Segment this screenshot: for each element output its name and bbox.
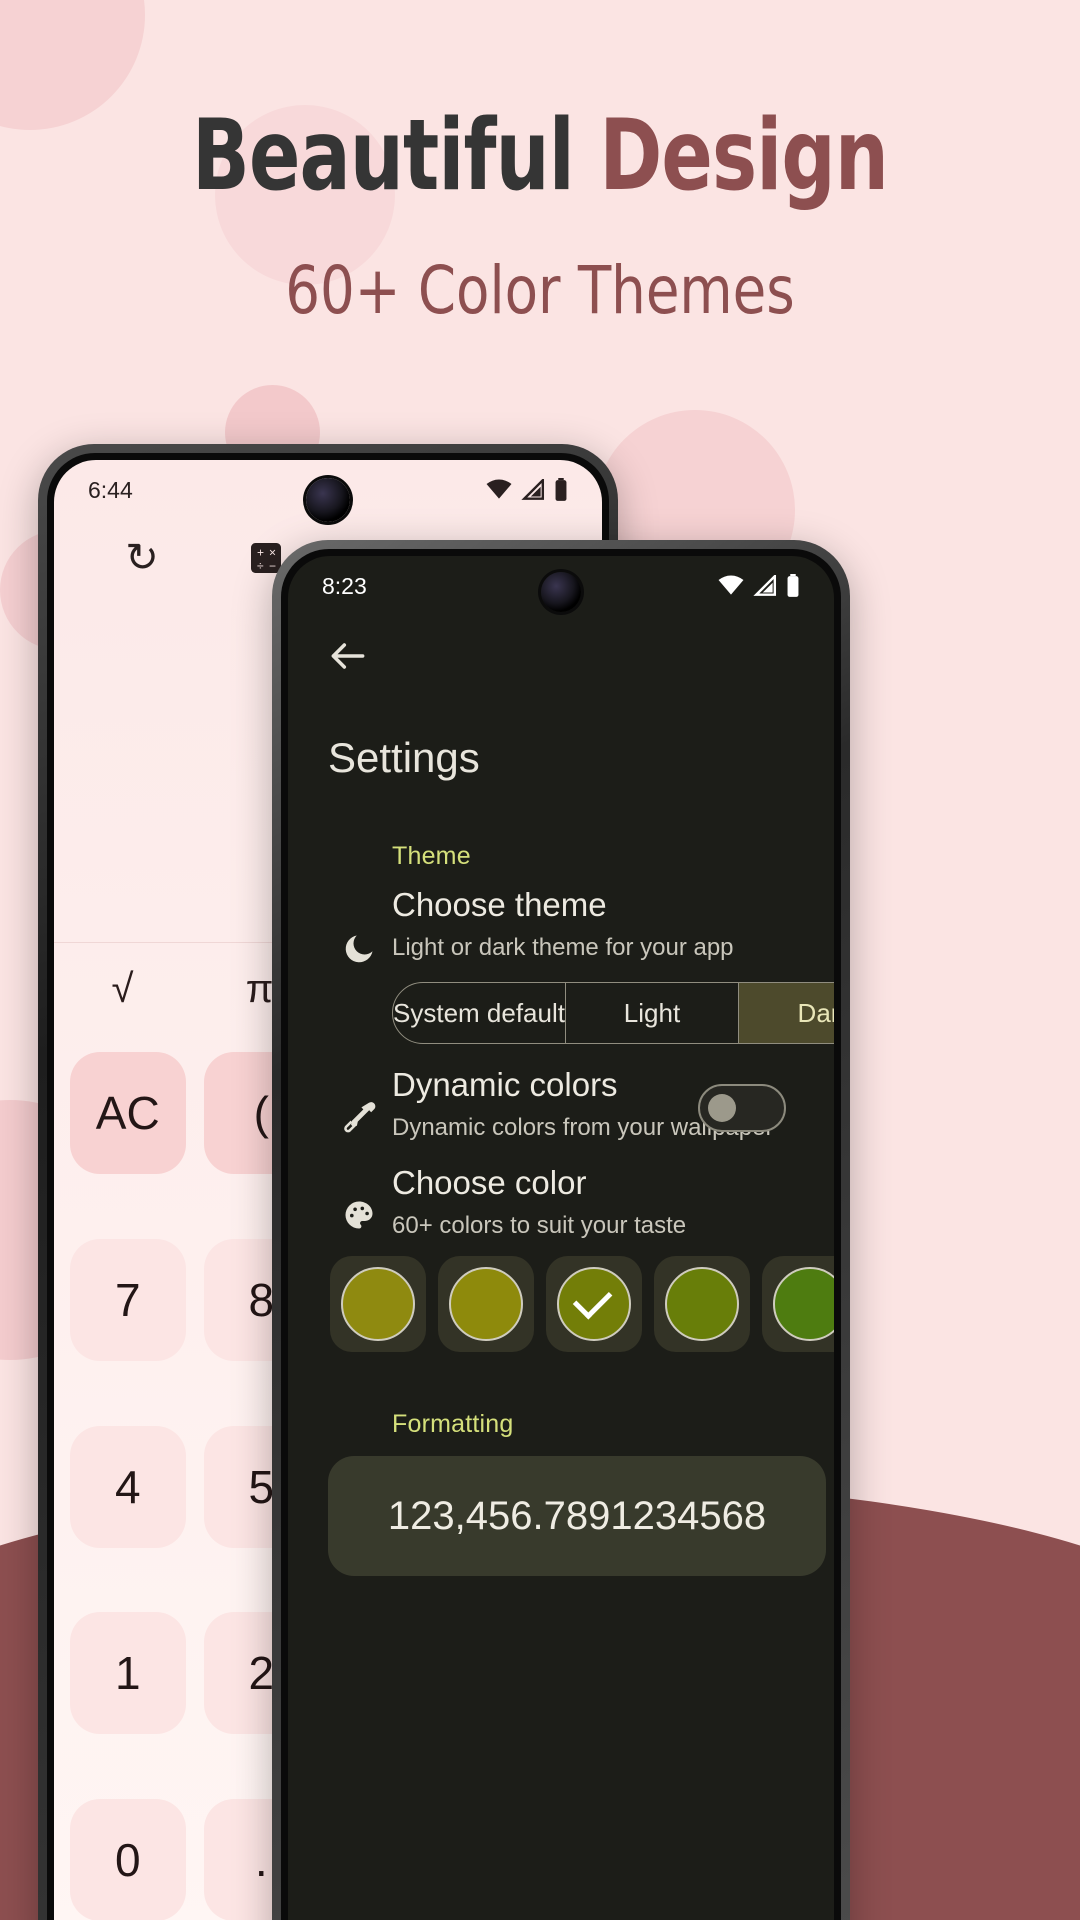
key-4[interactable]: 4 (70, 1425, 186, 1548)
toggle-knob (708, 1094, 736, 1122)
color-swatch[interactable] (762, 1256, 834, 1352)
setting-row-choose-color[interactable]: Choose color 60+ colors to suit your tas… (288, 1164, 834, 1404)
promo-headline-part1: Beautiful (192, 99, 600, 213)
setting-subtitle: 60+ colors to suit your taste (392, 1212, 687, 1239)
signal-icon (521, 479, 545, 500)
svg-text:÷: ÷ (257, 559, 264, 573)
key-1[interactable]: 1 (70, 1612, 186, 1735)
dark-status-time: 8:23 (322, 572, 367, 599)
dark-status-icons (718, 574, 800, 598)
dynamic-colors-toggle[interactable] (698, 1084, 786, 1132)
wifi-icon (486, 479, 512, 499)
dark-phone-screen: 8:23 Settings Theme Choose theme Light o… (288, 556, 834, 1920)
theme-segmented-control[interactable]: System default Light Dark (392, 982, 834, 1044)
setting-title: Choose theme (392, 886, 607, 923)
setting-subtitle: Light or dark theme for your app (392, 934, 734, 961)
svg-text:−: − (269, 559, 276, 573)
eyedropper-icon (336, 1094, 382, 1140)
light-status-icons (486, 478, 568, 502)
palette-icon (336, 1192, 382, 1238)
key-0[interactable]: 0 (70, 1799, 186, 1920)
signal-icon (753, 575, 777, 596)
setting-row-choose-theme[interactable]: Choose theme Light or dark theme for you… (288, 886, 834, 1046)
swatch-circle (773, 1267, 834, 1341)
swatch-circle (449, 1267, 523, 1341)
theme-option-system-default[interactable]: System default (393, 983, 565, 1043)
setting-title: Dynamic colors (392, 1066, 618, 1103)
front-camera (306, 478, 350, 522)
moon-icon (336, 926, 382, 972)
swatch-circle (665, 1267, 739, 1341)
back-arrow-icon[interactable] (326, 634, 370, 678)
section-header-formatting: Formatting (392, 1410, 514, 1438)
svg-text:×: × (269, 546, 276, 560)
check-icon (572, 1279, 613, 1320)
formatting-sample-value[interactable]: 123,456.7891234568 (328, 1456, 826, 1576)
promo-text-block: Beautiful Design 60+ Color Themes (0, 103, 1080, 329)
svg-text:+: + (257, 546, 264, 560)
swatch-circle (557, 1267, 631, 1341)
page-title: Settings (328, 734, 480, 781)
refresh-icon[interactable]: ↻ (80, 535, 204, 581)
promo-subheadline: 60+ Color Themes (285, 251, 795, 329)
promo-headline: Beautiful Design (76, 103, 1005, 210)
key-ac[interactable]: AC (70, 1052, 186, 1174)
color-swatch-list[interactable] (330, 1256, 834, 1352)
color-swatch[interactable] (438, 1256, 534, 1352)
front-camera (541, 572, 581, 612)
swatch-circle (341, 1267, 415, 1341)
color-swatch[interactable] (654, 1256, 750, 1352)
wifi-icon (718, 575, 744, 595)
theme-option-dark[interactable]: Dark (738, 983, 834, 1043)
key-7[interactable]: 7 (70, 1238, 186, 1361)
section-header-theme: Theme (392, 842, 471, 870)
settings-screen: 8:23 Settings Theme Choose theme Light o… (288, 556, 834, 1920)
battery-icon (787, 574, 799, 597)
color-swatch-selected[interactable] (546, 1256, 642, 1352)
promo-headline-part2: Design (599, 99, 888, 213)
setting-title: Choose color (392, 1164, 587, 1201)
light-status-time: 6:44 (88, 476, 133, 503)
theme-option-light[interactable]: Light (565, 983, 738, 1043)
fn-key[interactable]: √ (54, 967, 191, 1012)
dark-phone-mockup: 8:23 Settings Theme Choose theme Light o… (272, 540, 850, 1920)
color-swatch[interactable] (330, 1256, 426, 1352)
battery-icon (555, 478, 567, 501)
